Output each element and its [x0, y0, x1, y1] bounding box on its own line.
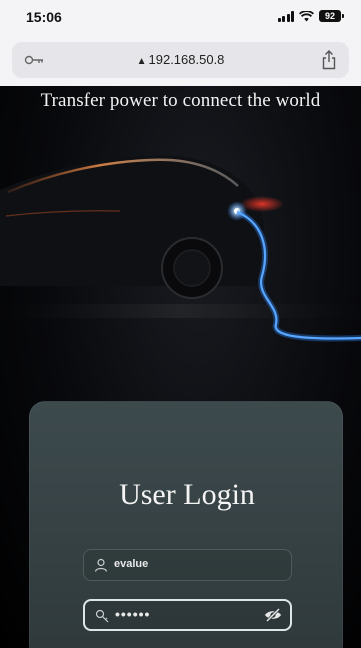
- password-value: ••••••: [115, 606, 151, 622]
- url-text: 192.168.50.8: [148, 52, 225, 67]
- status-bar: 15:06 92: [0, 0, 361, 34]
- browser-toolbar: ▲ 192.168.50.8: [0, 34, 361, 86]
- battery-icon: 92: [319, 10, 344, 22]
- share-icon[interactable]: [321, 50, 337, 70]
- status-icons: 92: [277, 10, 344, 22]
- login-title: User Login: [119, 478, 255, 511]
- hero-banner: Transfer power to connect the world User…: [0, 86, 361, 648]
- status-time: 15:06: [26, 9, 62, 25]
- hero-tagline: Transfer power to connect the world: [40, 90, 321, 111]
- lock-icon: ▲: [136, 56, 147, 67]
- user-icon: [94, 558, 108, 572]
- username-value: evalue: [114, 558, 149, 570]
- password-field[interactable]: ••••••: [83, 599, 292, 631]
- login-card: User Login evalue ••••••: [29, 401, 343, 648]
- car-illustration: [0, 155, 361, 342]
- username-field[interactable]: evalue: [83, 549, 292, 581]
- wifi-icon: [299, 10, 314, 21]
- url-display[interactable]: ▲ 192.168.50.8: [12, 52, 349, 67]
- key-icon: [95, 609, 109, 623]
- signal-icon: [277, 10, 294, 22]
- address-bar[interactable]: ▲ 192.168.50.8: [12, 42, 349, 78]
- eye-off-icon[interactable]: [264, 607, 282, 623]
